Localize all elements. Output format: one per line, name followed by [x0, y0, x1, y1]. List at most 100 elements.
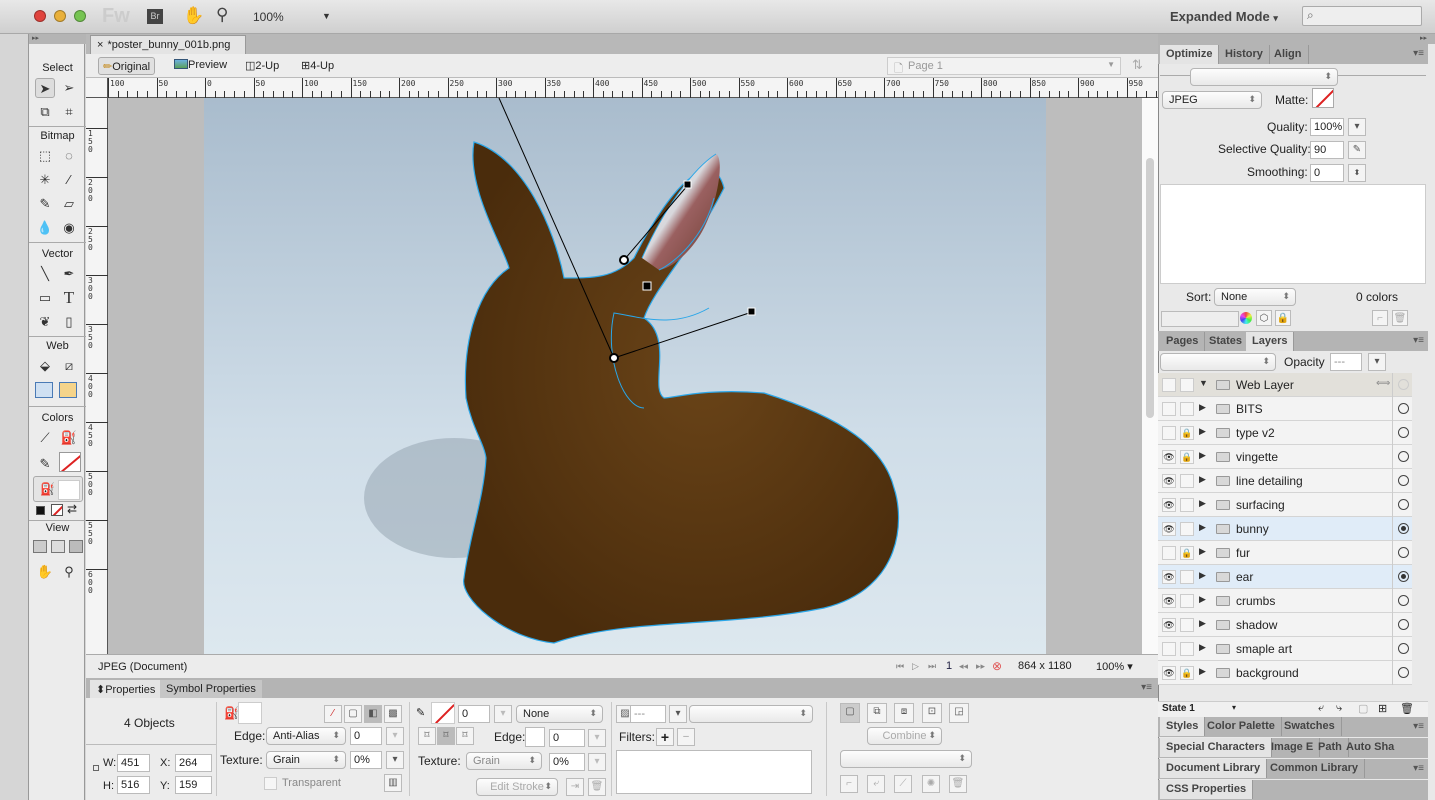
export-format-select[interactable]: JPEG [1162, 91, 1262, 109]
layer-row[interactable]: ▶ smaple art [1158, 637, 1412, 661]
tab-properties[interactable]: ⬍Properties [90, 680, 162, 698]
path-action-4[interactable]: ✺ [922, 775, 940, 793]
freeform-tool[interactable]: ❦ [35, 312, 55, 332]
expand-down-icon[interactable]: ▼ [1199, 378, 1208, 388]
layer-select-radio[interactable] [1398, 475, 1409, 486]
layer-row[interactable]: 🔒 ▶ type v2 [1158, 421, 1412, 445]
stroke-edge-swatch[interactable] [525, 727, 545, 747]
layer-select-radio[interactable] [1398, 523, 1409, 534]
panel-menu-icon[interactable]: ▾≡ [1141, 682, 1152, 693]
panel-menu-icon[interactable]: ▾≡ [1413, 763, 1424, 774]
blur-tool[interactable]: 💧 [35, 218, 55, 238]
path-options-select[interactable] [840, 750, 972, 768]
delete-color-icon[interactable]: 🗑 [1392, 310, 1408, 326]
eye-icon[interactable]: 👁 [1162, 450, 1176, 464]
visibility-toggle[interactable] [1162, 642, 1176, 656]
web-layer-move-icon[interactable]: ⟺ [1376, 378, 1390, 389]
delete-stroke-icon[interactable]: 🗑 [588, 778, 606, 796]
layer-row[interactable]: 👁 ▶ ear [1158, 565, 1412, 589]
transparent-checkbox[interactable] [264, 777, 277, 790]
eye-icon[interactable]: 👁 [1162, 570, 1176, 584]
first-frame-button[interactable]: ⏮ [896, 661, 904, 672]
pointer-tool[interactable]: ➤ [35, 78, 55, 98]
expand-right-icon[interactable]: ▶ [1199, 642, 1206, 653]
smoothing-stepper[interactable]: ⬍ [1348, 164, 1366, 182]
combine-button[interactable]: Combine [867, 727, 942, 745]
tab-symbol-properties[interactable]: Symbol Properties [160, 680, 262, 698]
tab-pages[interactable]: Pages [1160, 332, 1206, 351]
layer-select-radio[interactable] [1398, 667, 1409, 678]
fullscreen-mode[interactable] [69, 540, 83, 553]
vertical-scrollbar[interactable] [1142, 98, 1158, 654]
rectangle-tool[interactable]: ▭ [35, 288, 55, 308]
new-bitmap-icon[interactable]: ⊞ [1378, 702, 1387, 715]
anchor-point[interactable] [609, 353, 619, 363]
knife-tool[interactable]: ▯ [59, 312, 79, 332]
hand-tool-icon[interactable]: ✋ [183, 6, 204, 26]
path-delete-icon[interactable]: 🗑 [949, 775, 967, 793]
panel-menu-icon[interactable]: ▾≡ [1413, 721, 1424, 732]
next-frame-button[interactable]: ▸▸ [976, 661, 985, 672]
expand-right-icon[interactable]: ▶ [1199, 570, 1206, 581]
lock-toggle[interactable] [1180, 474, 1194, 488]
crop-tool[interactable]: ⌗ [59, 102, 79, 122]
lock-toggle[interactable] [1180, 642, 1194, 656]
quality-slider-button[interactable]: ▾ [1348, 118, 1366, 136]
view-preview-button[interactable]: Preview [170, 57, 231, 75]
canvas[interactable] [108, 98, 1142, 654]
layer-row[interactable]: 👁 ▶ shadow [1158, 613, 1412, 637]
combine-crop-icon[interactable]: ⊡ [922, 703, 942, 723]
path-action-1[interactable]: ⌐ [840, 775, 858, 793]
view-2up-button[interactable]: ◫2-Up [241, 57, 283, 75]
color-table[interactable] [1160, 184, 1426, 284]
tab-css-properties[interactable]: CSS Properties [1160, 780, 1254, 799]
new-layer-icon[interactable]: ⤷ [1336, 702, 1342, 715]
visibility-toggle[interactable] [1162, 378, 1176, 392]
blend-mode-select[interactable] [689, 705, 813, 723]
tab-optimize[interactable]: Optimize [1160, 45, 1220, 64]
brush-tool[interactable]: ⁄ [59, 170, 79, 190]
panel-menu-icon[interactable]: ▾≡ [1413, 48, 1424, 59]
expand-right-icon[interactable]: ▶ [1199, 498, 1206, 509]
magic-wand-tool[interactable]: ✳ [35, 170, 55, 190]
save-stroke-icon[interactable]: ⇥ [566, 778, 584, 796]
smoothing-field[interactable]: 0 [1310, 164, 1344, 182]
fill-none-button[interactable]: ⁄ [324, 705, 342, 723]
lock-icon[interactable]: 🔒 [1180, 546, 1194, 560]
stroke-center-button[interactable]: ⌑ [437, 727, 455, 745]
red-eye-tool[interactable]: ◉ [59, 218, 79, 238]
stroke-edge-value[interactable]: 0 [549, 729, 585, 747]
fill-gradient-button[interactable]: ◧ [364, 705, 382, 723]
tab-auto-shape[interactable]: Auto Sha [1340, 738, 1400, 757]
document-zoom[interactable]: 100% ▾ [1096, 660, 1133, 673]
stroke-texture-select[interactable]: Grain [466, 752, 542, 770]
bezier-handle[interactable] [747, 307, 756, 316]
right-dock-collapse[interactable]: ▸▸ [1158, 34, 1435, 44]
slice-tool[interactable]: ⧄ [59, 356, 79, 376]
fill-edge-select[interactable]: Anti-Alias [266, 727, 346, 745]
add-filter-button[interactable]: + [656, 728, 674, 746]
bezier-handle[interactable] [642, 281, 652, 291]
fill-texture-amount[interactable]: 0% [350, 751, 382, 769]
marquee-tool[interactable]: ⬚ [35, 146, 55, 166]
add-color-icon[interactable]: ⌐ [1372, 310, 1388, 326]
selective-quality-edit-icon[interactable]: ✎ [1348, 141, 1366, 159]
line-tool[interactable]: ╲ [35, 264, 55, 284]
eye-icon[interactable]: 👁 [1162, 594, 1176, 608]
expand-right-icon[interactable]: ▶ [1199, 546, 1206, 557]
expand-right-icon[interactable]: ▶ [1199, 474, 1206, 485]
state-select[interactable]: State 1 [1162, 703, 1195, 714]
bezier-handle[interactable] [683, 180, 692, 189]
expand-right-icon[interactable]: ▶ [1199, 450, 1206, 461]
quality-field[interactable]: 100% [1310, 118, 1344, 136]
lock-toggle[interactable] [1180, 402, 1194, 416]
layer-select-radio[interactable] [1398, 571, 1409, 582]
minimize-window-button[interactable] [54, 10, 66, 22]
no-color-icon[interactable] [51, 504, 63, 516]
state-dropdown-icon[interactable]: ▾ [1232, 703, 1236, 712]
tab-special-characters[interactable]: Special Characters [1160, 738, 1273, 757]
layer-select-radio[interactable] [1398, 427, 1409, 438]
zoom-level[interactable]: 100% [253, 10, 284, 24]
visibility-toggle[interactable] [1162, 426, 1176, 440]
eraser-tool[interactable]: ▱ [59, 194, 79, 214]
